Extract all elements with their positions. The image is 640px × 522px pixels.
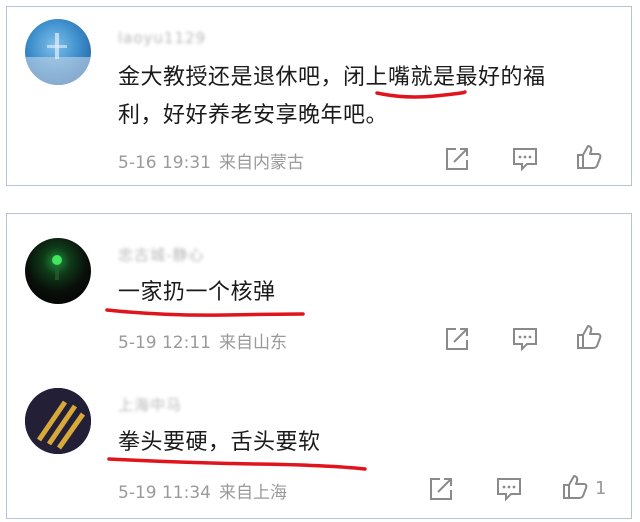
comment-date: 5-16 19:31 [118,153,211,173]
like-button[interactable] [575,144,603,170]
thumbs-up-icon [577,325,602,349]
avatar[interactable] [25,388,91,454]
avatar[interactable] [25,238,91,304]
share-icon [446,148,468,170]
comment-meta: 5-19 12:11 来自山东 [118,328,287,353]
comment-card-2: 忠古城-静心 一家扔一个核弹 5-19 12:11 来自山东 上海中马 拳头要硬… [6,213,632,519]
comment-text-line-2: 利，好好养老安享晚年吧。 [118,103,389,128]
comment-text-line-1: 一家扔一个核弹 [118,280,276,305]
comment-meta: 5-19 11:34 来自上海 [118,478,287,503]
share-icon [446,328,468,350]
comment-icon [497,478,521,502]
share-button[interactable] [443,326,471,352]
avatar-image-icon [52,255,62,280]
thumbs-up-icon [577,145,602,169]
comment-card-1: laoyu1129 金大教授还是退休吧，闭上嘴就是最好的福 利，好好养老安享晚年… [6,6,632,186]
username[interactable]: 忠古城-静心 [118,244,204,265]
share-icon [430,478,452,500]
comment-location: 来自内蒙古 [218,153,304,173]
comment-date: 5-19 11:34 [118,483,211,503]
comment-location: 来自上海 [218,483,287,503]
comment-button[interactable] [511,146,539,172]
comment-button[interactable] [495,476,523,502]
like-button[interactable] [575,324,603,350]
avatar-image-icon [25,388,91,454]
comment-text-line-1: 金大教授还是退休吧，闭上嘴就是最好的福 [118,65,546,90]
comment-button[interactable] [511,326,539,352]
like-count: 1 [595,478,607,499]
share-button[interactable] [427,476,455,502]
avatar[interactable] [25,19,91,85]
comment-icon [513,148,537,172]
comment-text-line-1: 拳头要硬，舌头要软 [118,430,321,455]
comment-date: 5-19 12:11 [118,333,211,353]
comment-location: 来自山东 [218,333,287,353]
thumbs-up-icon [563,475,588,499]
comment-meta: 5-16 19:31 来自内蒙古 [118,148,304,173]
share-button[interactable] [443,146,471,172]
username[interactable]: laoyu1129 [118,29,206,47]
avatar-image-icon [25,33,91,85]
like-button[interactable] [561,474,589,500]
username[interactable]: 上海中马 [118,394,182,415]
comment-icon [513,328,537,352]
